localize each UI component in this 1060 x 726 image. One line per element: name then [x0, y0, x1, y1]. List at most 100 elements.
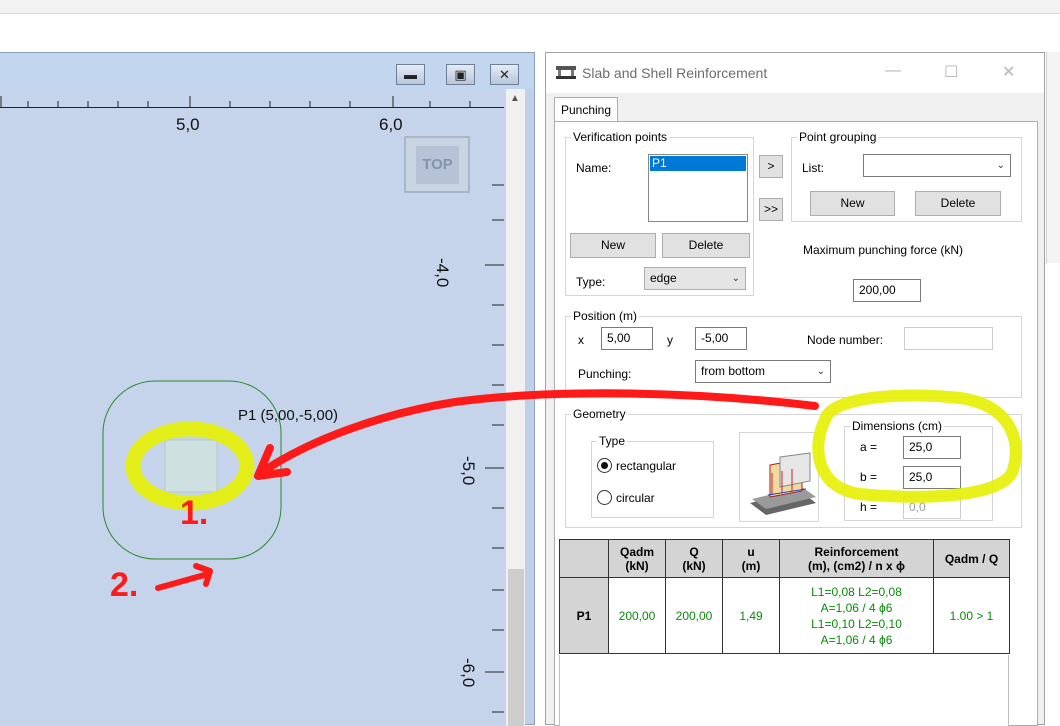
point-grouping-legend: Point grouping	[799, 130, 877, 144]
punching-select[interactable]: from bottom ⌄	[695, 360, 831, 383]
delete-group-button[interactable]: Delete	[915, 191, 1001, 216]
x-label: x	[578, 333, 584, 347]
new-group-button[interactable]: New	[810, 191, 895, 216]
b-input[interactable]: 25,0	[903, 466, 961, 489]
circular-label: circular	[616, 491, 655, 505]
reinforcement-line: L1=0,10 L2=0,10	[811, 616, 902, 631]
y-label: y	[667, 333, 673, 347]
max-punching-force-input[interactable]: 200,00	[853, 279, 921, 302]
move-all-button[interactable]: >>	[759, 198, 783, 221]
ruler-right-label: -5,0	[459, 456, 478, 486]
results-table: Qadm (kN) Q (kN) u (m) Reinforcement (m)…	[559, 539, 1010, 654]
position-group: Position (m)	[565, 309, 1022, 398]
maximize-button[interactable]: ▣	[446, 64, 475, 85]
dialog-close-icon[interactable]: ✕	[1002, 62, 1015, 82]
qadm-cell: 200,00	[608, 577, 666, 654]
annotation-label-1: 1.	[180, 494, 209, 532]
ratio-cell: 1.00 > 1	[933, 577, 1010, 654]
type-label: Type:	[576, 275, 606, 289]
ruler-top-label: 6,0	[379, 115, 403, 134]
chevron-down-icon: ⌄	[816, 366, 825, 377]
shape-type-group: Type	[591, 434, 714, 518]
view-cube-top-face[interactable]: TOP	[416, 146, 459, 184]
qadm-header: Qadm (kN)	[619, 544, 654, 573]
h-label: h =	[860, 500, 878, 514]
x-input[interactable]: 5,00	[601, 327, 653, 350]
maximize-icon: ▣	[454, 67, 467, 82]
dialog-minimize-icon[interactable]: —	[885, 62, 901, 80]
column-preview	[739, 432, 819, 522]
results-empty-area	[559, 655, 1009, 726]
delete-point-button[interactable]: Delete	[662, 233, 750, 258]
shape-type-legend: Type	[599, 434, 626, 448]
side-toolbar-strip	[1046, 52, 1060, 263]
chevron-down-icon: ⌄	[996, 160, 1005, 171]
node-number-input[interactable]	[904, 327, 993, 350]
reinforcement-line: A=1,06 / 4 ϕ6	[820, 600, 893, 615]
punching-panel: Verification points Name: P1 New Delete …	[554, 121, 1038, 726]
a-input[interactable]: 25,0	[903, 436, 961, 459]
ruler-top-label: 5,0	[176, 115, 200, 134]
move-selected-button[interactable]: >	[759, 155, 783, 178]
new-point-button[interactable]: New	[570, 233, 656, 258]
reinforcement-header: Reinforcement (m), (cm2) / n x ϕ	[807, 544, 905, 573]
type-select[interactable]: edge ⌄	[644, 267, 746, 290]
reinforcement-cell: L1=0,08 L2=0,08 A=1,06 / 4 ϕ6 L1=0,10 L2…	[779, 577, 934, 654]
table-row[interactable]: P1 200,00 200,00 1,49 L1=0,08 L2=0,08 A=…	[559, 577, 1010, 654]
table-header: Q (kN)	[665, 539, 723, 578]
ruler-right-label: -4,0	[433, 258, 452, 288]
minimize-icon: ▬	[404, 67, 417, 82]
vertical-scrollbar[interactable]: ▲	[505, 89, 525, 726]
position-legend: Position (m)	[573, 309, 638, 323]
reinforcement-line: L1=0,08 L2=0,08	[811, 584, 902, 599]
row-name: P1	[559, 577, 609, 654]
slab-app-icon	[556, 66, 576, 79]
table-header: u (m)	[722, 539, 780, 578]
reinforcement-line: A=1,06 / 4 ϕ6	[820, 632, 893, 647]
list-item[interactable]: P1	[650, 156, 746, 171]
geometry-legend: Geometry	[573, 407, 626, 421]
tab-punching[interactable]: Punching	[554, 97, 618, 122]
reinforcement-dialog: Slab and Shell Reinforcement — ☐ ✕ Punch…	[545, 52, 1045, 726]
u-header: u (m)	[741, 544, 761, 573]
dialog-maximize-icon[interactable]: ☐	[944, 62, 958, 82]
y-input[interactable]: -5,00	[695, 327, 747, 350]
table-header: Qadm (kN)	[608, 539, 666, 578]
viewport-titlebar: ▬ ▣ ✕	[0, 53, 534, 89]
q-cell: 200,00	[665, 577, 723, 654]
top-bar	[0, 0, 1060, 14]
q-header: Q (kN)	[682, 544, 706, 573]
group-list-select[interactable]: ⌄	[863, 154, 1011, 177]
type-select-value: edge	[650, 271, 677, 285]
point-label: P1 (5,00,-5,00)	[238, 407, 339, 424]
b-label: b =	[860, 470, 878, 484]
a-label: a =	[860, 440, 878, 454]
max-punching-force-label: Maximum punching force (kN)	[803, 243, 964, 257]
dialog-title: Slab and Shell Reinforcement	[582, 65, 768, 81]
rectangular-label: rectangular	[616, 459, 677, 473]
rectangular-radio[interactable]	[597, 458, 612, 473]
scroll-up-icon[interactable]: ▲	[510, 93, 520, 104]
view-cube[interactable]: TOP	[404, 136, 470, 193]
column-slab-icon	[750, 452, 816, 515]
list-label: List:	[802, 161, 825, 175]
table-header	[559, 539, 609, 578]
dimensions-legend: Dimensions (cm)	[852, 419, 943, 433]
results-header-row: Qadm (kN) Q (kN) u (m) Reinforcement (m)…	[559, 539, 1010, 578]
annotation-label-2: 2.	[110, 566, 139, 604]
close-icon: ✕	[499, 67, 510, 82]
node-number-label: Node number:	[807, 333, 884, 347]
punching-select-value: from bottom	[701, 364, 766, 378]
chevron-down-icon: ⌄	[731, 273, 740, 284]
dialog-titlebar: Slab and Shell Reinforcement — ☐ ✕	[546, 53, 1044, 93]
h-input[interactable]: 0,0	[903, 496, 961, 519]
verification-points-list[interactable]: P1	[648, 154, 748, 222]
ruler-right-label: -6,0	[459, 658, 478, 688]
punching-label: Punching:	[578, 367, 632, 381]
minimize-button[interactable]: ▬	[396, 64, 425, 85]
top-band	[0, 15, 1060, 51]
table-header: Reinforcement (m), (cm2) / n x ϕ	[779, 539, 934, 578]
circular-radio[interactable]	[597, 490, 612, 505]
scrollbar-thumb[interactable]	[508, 569, 524, 726]
close-button[interactable]: ✕	[490, 64, 519, 85]
